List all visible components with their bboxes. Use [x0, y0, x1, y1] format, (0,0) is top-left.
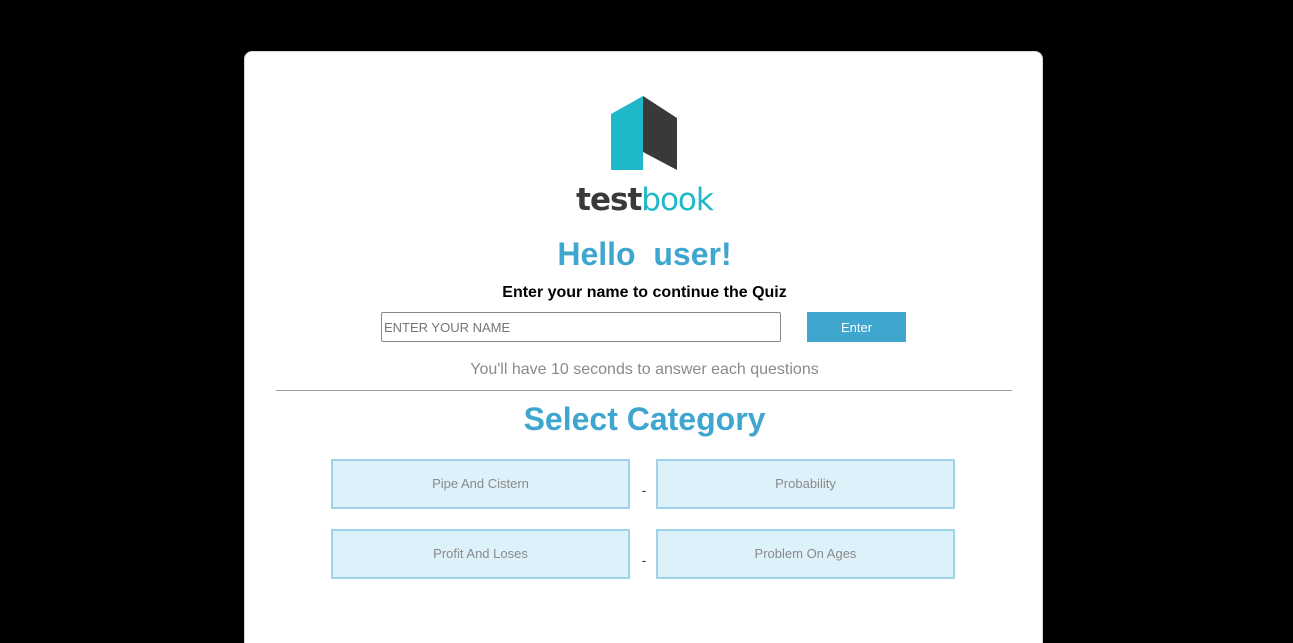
category-button-pipe-and-cistern[interactable]: Pipe And Cistern	[331, 459, 630, 509]
category-button-probability[interactable]: Probability	[656, 459, 955, 509]
category-button-problem-on-ages[interactable]: Problem On Ages	[656, 529, 955, 579]
category-separator: -	[641, 482, 647, 498]
divider	[276, 390, 1012, 391]
greeting-title: Hello user!	[557, 236, 732, 272]
testbook-logo-icon	[611, 96, 677, 170]
brand-name-part1: test	[576, 182, 642, 218]
quiz-card: testbook Hello user! Enter your name to …	[244, 51, 1043, 643]
timer-note: You'll have 10 seconds to answer each qu…	[470, 361, 819, 378]
enter-button[interactable]: Enter	[807, 312, 906, 342]
category-title: Select Category	[523, 401, 766, 437]
brand-name-part2: book	[641, 182, 714, 218]
brand-wordmark: testbook	[245, 180, 1044, 220]
category-button-profit-and-loses[interactable]: Profit And Loses	[331, 529, 630, 579]
category-separator: -	[641, 552, 647, 568]
name-input[interactable]	[381, 312, 781, 342]
app-frame: testbook Hello user! Enter your name to …	[0, 0, 1293, 643]
name-prompt: Enter your name to continue the Quiz	[502, 284, 787, 301]
